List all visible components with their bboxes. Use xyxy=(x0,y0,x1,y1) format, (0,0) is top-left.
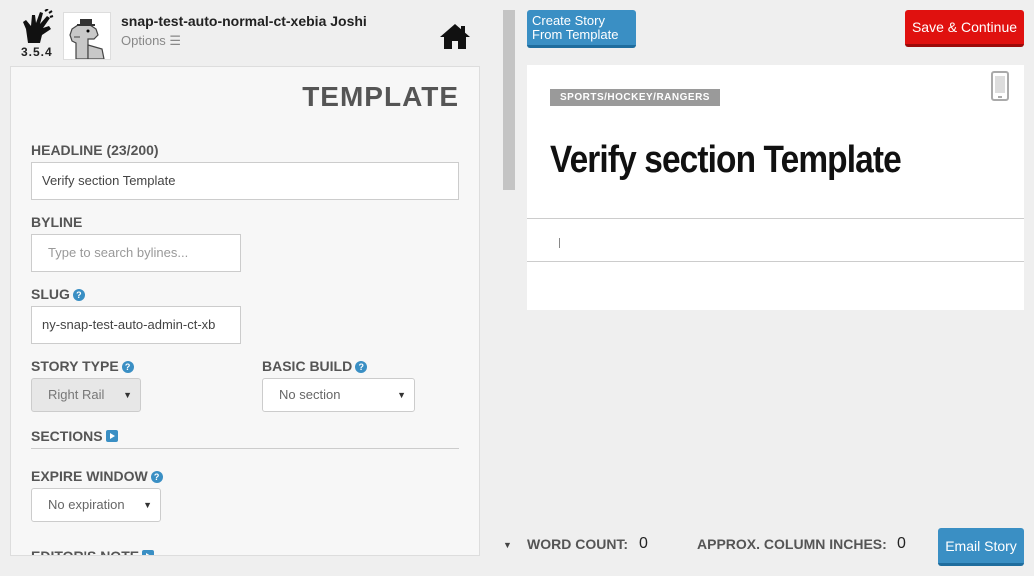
scroll-down-arrow-icon[interactable]: ▼ xyxy=(503,540,512,550)
basic-build-select[interactable]: No section ▼ xyxy=(262,378,415,412)
column-inches-label: APPROX. COLUMN INCHES: xyxy=(697,536,887,552)
expire-window-label-text: EXPIRE WINDOW xyxy=(31,468,148,484)
help-icon[interactable]: ? xyxy=(355,361,368,373)
chevron-down-icon: ▼ xyxy=(143,500,152,510)
sections-divider xyxy=(31,448,459,449)
word-count-value: 0 xyxy=(639,535,648,552)
slug-label-text: SLUG xyxy=(31,286,70,302)
story-type-select[interactable]: Right Rail ▼ xyxy=(31,378,141,412)
help-icon[interactable]: ? xyxy=(121,361,134,373)
help-icon[interactable]: ? xyxy=(72,289,85,301)
help-icon[interactable]: ? xyxy=(150,471,163,483)
byline-search-input[interactable]: Type to search bylines... xyxy=(31,234,241,272)
expire-window-label: EXPIRE WINDOW? xyxy=(31,468,163,484)
story-preview: SPORTS/HOCKEY/RANGERS Verify section Tem… xyxy=(527,65,1024,310)
editors-note-label: EDITOR'S NOTE xyxy=(31,548,155,556)
basic-build-label-text: BASIC BUILD xyxy=(262,358,353,374)
word-count-label: WORD COUNT: xyxy=(527,536,629,552)
headline-input[interactable]: Verify section Template xyxy=(31,162,459,200)
text-cursor[interactable] xyxy=(559,238,560,248)
headline-label: HEADLINE (23/200) xyxy=(31,142,159,158)
panel-title: TEMPLATE xyxy=(302,81,459,112)
top-bar: 3.5.4 snap-test-auto-normal-ct-xebia Jos… xyxy=(0,0,500,66)
basic-build-value: No section xyxy=(279,387,341,402)
story-type-value: Right Rail xyxy=(48,387,105,402)
editor-column: 3.5.4 snap-test-auto-normal-ct-xebia Jos… xyxy=(0,0,500,576)
preview-headline: Verify section Template xyxy=(550,139,902,181)
preview-divider xyxy=(527,261,1024,262)
expand-icon[interactable] xyxy=(142,550,155,555)
expand-icon[interactable] xyxy=(105,430,118,442)
create-story-from-template-button[interactable]: Create Story From Template xyxy=(527,10,636,48)
home-icon[interactable] xyxy=(439,22,471,50)
byline-label: BYLINE xyxy=(31,214,83,230)
snap-logo-icon xyxy=(23,9,54,43)
sections-toggle[interactable]: SECTIONS xyxy=(31,428,118,444)
app-version: 3.5.4 xyxy=(21,45,53,59)
preview-divider xyxy=(527,218,1024,219)
template-form-panel: TEMPLATE HEADLINE (23/200) Verify sectio… xyxy=(10,66,480,556)
editors-note-label-text: EDITOR'S NOTE xyxy=(31,548,140,556)
story-type-label-text: STORY TYPE xyxy=(31,358,119,374)
mobile-phone-icon[interactable] xyxy=(991,71,1009,101)
sections-label-text: SECTIONS xyxy=(31,428,103,444)
column-inches-value: 0 xyxy=(897,535,906,552)
chevron-down-icon: ▼ xyxy=(397,390,406,400)
slug-label: SLUG? xyxy=(31,286,85,302)
save-continue-button[interactable]: Save & Continue xyxy=(905,10,1024,47)
story-type-label: STORY TYPE? xyxy=(31,358,134,374)
options-menu-link[interactable]: Options ☰ xyxy=(121,33,181,49)
dinosaur-avatar-icon xyxy=(64,13,110,59)
section-tag: SPORTS/HOCKEY/RANGERS xyxy=(550,89,720,106)
expire-window-select[interactable]: No expiration ▼ xyxy=(31,488,161,522)
chevron-down-icon: ▼ xyxy=(123,390,132,400)
basic-build-label: BASIC BUILD? xyxy=(262,358,368,374)
avatar[interactable] xyxy=(63,12,111,60)
scrollbar-thumb[interactable] xyxy=(503,10,515,190)
user-name: snap-test-auto-normal-ct-xebia Joshi xyxy=(121,13,367,29)
expire-window-value: No expiration xyxy=(48,497,125,512)
slug-input[interactable]: ny-snap-test-auto-admin-ct-xb xyxy=(31,306,241,344)
email-story-button[interactable]: Email Story xyxy=(938,528,1024,566)
